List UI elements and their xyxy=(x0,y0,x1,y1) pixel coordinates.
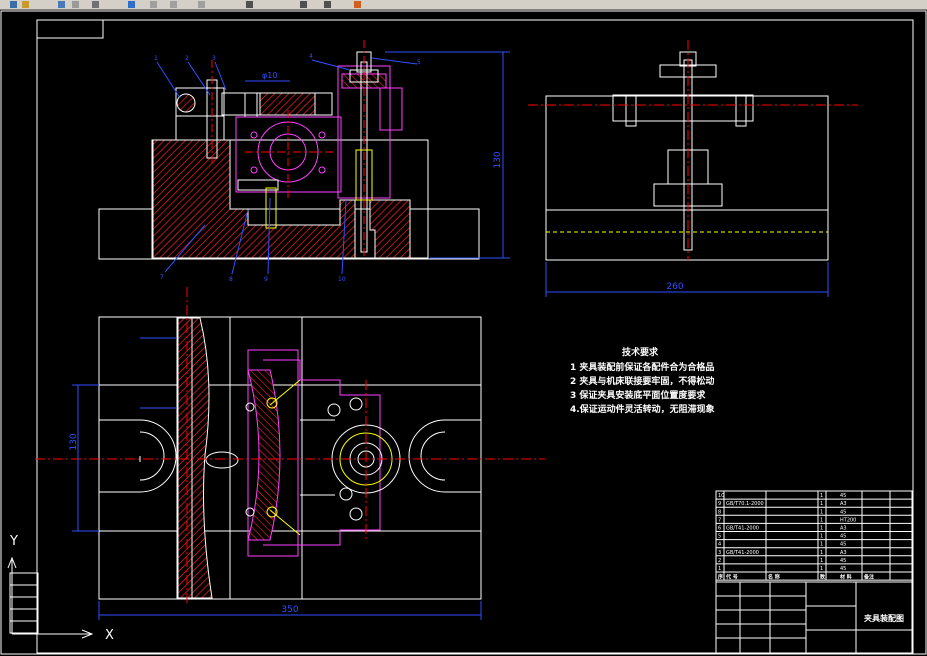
bom-header-cell: 代 号 xyxy=(725,574,738,581)
bom-cell: 45 xyxy=(840,558,846,564)
side-view xyxy=(528,40,858,261)
title-block: 夹具装配图 xyxy=(715,581,913,654)
pan-icon[interactable] xyxy=(324,1,331,8)
tech-req-title: 技术要求 xyxy=(622,346,659,358)
part-number: 3 xyxy=(212,55,216,62)
bom-cell: 6 xyxy=(718,526,721,532)
tech-req-item: 4.保证运动件灵活转动，无阻滞现象 xyxy=(570,403,715,415)
side-width-dim xyxy=(545,262,829,297)
bom-cell: 1 xyxy=(820,566,823,572)
sheet-border xyxy=(0,10,927,655)
paste-icon[interactable] xyxy=(198,1,205,8)
preview-icon[interactable] xyxy=(92,1,99,8)
bom-cell: 1 xyxy=(820,534,823,540)
part-number: 2 xyxy=(185,55,189,62)
dim-130-front: 130 xyxy=(493,151,503,168)
plan-view xyxy=(35,287,545,605)
bom-cell: 1 xyxy=(820,550,823,556)
tech-requirements: 技术要求 1 夹具装配前保证各配件合为合格品 2 夹具与机床联接要牢固，不得松动… xyxy=(570,346,715,415)
part-number: 1 xyxy=(154,55,158,62)
bom-cell: A3 xyxy=(840,526,847,532)
copy-icon[interactable] xyxy=(170,1,177,8)
part-number: 7 xyxy=(160,274,164,281)
bom-cell: GB/T41-2000 xyxy=(726,526,759,532)
ucs-icon: Y X xyxy=(7,534,114,643)
bom-cell: 45 xyxy=(840,542,846,548)
drawing-canvas[interactable]: 1 2 3 4 5 7 8 9 10 φ10 130 260 350 130 技… xyxy=(0,10,927,656)
bom-cell: 1 xyxy=(820,509,823,515)
save-icon[interactable] xyxy=(58,1,65,8)
tech-req-item: 3 保证夹具安装底平面位置度要求 xyxy=(570,389,706,401)
part-number: 5 xyxy=(417,59,421,66)
bom-cell: 1 xyxy=(820,542,823,548)
part-number: 4 xyxy=(309,53,313,60)
redo-icon[interactable] xyxy=(300,1,307,8)
tech-req-item: 1 夹具装配前保证各配件合为合格品 xyxy=(570,361,714,373)
dim-phi10: φ10 xyxy=(262,71,277,80)
title-block-name: 夹具装配图 xyxy=(864,613,904,623)
bom-cell: 1 xyxy=(820,558,823,564)
bom-cell: 7 xyxy=(718,517,721,523)
bom-table: 10 1 459 GB/T70.1-2000 1 A38 1 457 1 HT2006 GB/T41… xyxy=(715,490,913,654)
bom-cell: 10 xyxy=(718,493,724,499)
y-axis-label: Y xyxy=(9,534,18,549)
bom-header-cell: 名 称 xyxy=(768,574,780,581)
part-number: 10 xyxy=(338,276,346,283)
open-icon[interactable] xyxy=(22,1,29,8)
bom-cell: 8 xyxy=(718,509,721,515)
bom-header-cell: 材 料 xyxy=(840,574,852,581)
bom-cell: 4 xyxy=(718,542,721,548)
bom-header-cell: 备注 xyxy=(863,574,874,581)
zoom-icon[interactable] xyxy=(354,1,361,8)
drawing-frame xyxy=(36,19,914,654)
bom-cell: HT200 xyxy=(840,517,856,523)
bom-cell: 5 xyxy=(718,534,721,540)
dim-350: 350 xyxy=(281,605,298,615)
dim-130-plan: 130 xyxy=(69,433,79,450)
tech-req-item: 2 夹具与机床联接要牢固，不得松动 xyxy=(570,375,714,387)
bom-cell: 3 xyxy=(718,550,721,556)
part-number: 9 xyxy=(264,276,268,283)
toolbar xyxy=(0,0,927,10)
print-icon[interactable] xyxy=(72,1,79,8)
drawing-number-box xyxy=(36,19,104,39)
bom-cell: 1 xyxy=(820,493,823,499)
bom-header-cell: 数 xyxy=(820,574,826,581)
bom-cell: GB/T41-2000 xyxy=(726,550,759,556)
new-icon[interactable] xyxy=(10,1,17,8)
bom-cell: 45 xyxy=(840,509,846,515)
part-number: 8 xyxy=(229,276,233,283)
bom-cell: 1 xyxy=(820,517,823,523)
undo-icon[interactable] xyxy=(246,1,253,8)
front-view xyxy=(98,40,480,260)
bom-header-cell: 序 xyxy=(717,574,723,581)
bom-cell: 9 xyxy=(718,501,721,507)
bom-cell: 45 xyxy=(840,566,846,572)
bom-cell: A3 xyxy=(840,501,847,507)
bom-cell: 45 xyxy=(840,493,846,499)
cad-window: 1 2 3 4 5 7 8 9 10 φ10 130 260 350 130 技… xyxy=(0,0,927,656)
cut-icon[interactable] xyxy=(150,1,157,8)
publish-icon[interactable] xyxy=(128,1,135,8)
bom-cell: 45 xyxy=(840,534,846,540)
dim-260: 260 xyxy=(666,282,683,292)
bom-cell: A3 xyxy=(840,550,847,556)
bom-cell: 2 xyxy=(718,558,721,564)
bom-cell: 1 xyxy=(820,501,823,507)
bom-cell: GB/T70.1-2000 xyxy=(726,501,764,507)
bom-cell: 1 xyxy=(718,566,721,572)
bom-cell: 1 xyxy=(820,526,823,532)
x-axis-label: X xyxy=(105,628,114,643)
